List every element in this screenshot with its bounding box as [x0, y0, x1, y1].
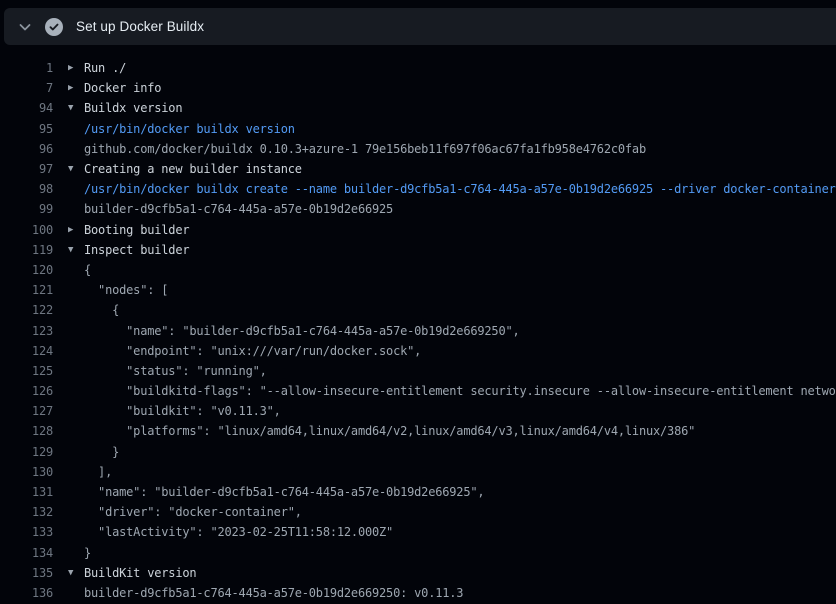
output-text: github.com/docker/buildx 0.10.3+azure-1 …: [84, 142, 646, 156]
step-title: Set up Docker Buildx: [76, 19, 204, 34]
line-number[interactable]: 132: [0, 505, 53, 519]
line-number[interactable]: 135: [0, 566, 53, 580]
log-line-row: 136 builder-d9cfb5a1-c764-445a-a57e-0b19d…: [0, 583, 836, 603]
line-number[interactable]: 96: [0, 142, 53, 156]
line-number[interactable]: 99: [0, 202, 53, 216]
log-line-row: 123 "name": "builder-d9cfb5a1-c764-445a-…: [0, 320, 836, 340]
command-text: /usr/bin/docker buildx create --name bui…: [84, 182, 836, 196]
output-text: {: [84, 303, 119, 317]
output-text: "driver": "docker-container",: [84, 505, 302, 519]
log-line-row: 99 builder-d9cfb5a1-c764-445a-a57e-0b19d2…: [0, 199, 836, 219]
group-collapsed-icon[interactable]: ▶: [68, 58, 84, 78]
log-line-row: 98/usr/bin/docker buildx create --name b…: [0, 179, 836, 199]
log-line-row: 129 }: [0, 442, 836, 462]
group-title[interactable]: BuildKit version: [84, 566, 196, 580]
log-line-row: 127 "buildkit": "v0.11.3",: [0, 401, 836, 421]
line-number[interactable]: 122: [0, 303, 53, 317]
step-header-set-up-docker-buildx[interactable]: Set up Docker Buildx: [4, 8, 836, 45]
log-group-row[interactable]: 1 ▶Run ./: [0, 58, 836, 78]
line-number[interactable]: 1: [0, 61, 53, 75]
group-expanded-icon[interactable]: ▼: [68, 563, 84, 583]
log-line-row: 131 "name": "builder-d9cfb5a1-c764-445a-…: [0, 482, 836, 502]
log-line-row: 134}: [0, 543, 836, 563]
group-expanded-icon[interactable]: ▼: [68, 240, 84, 260]
log-line-row: 95/usr/bin/docker buildx version: [0, 119, 836, 139]
chevron-down-icon[interactable]: [17, 19, 33, 35]
log-group-row[interactable]: 7 ▶Docker info: [0, 78, 836, 98]
log-line-row: 126 "buildkitd-flags": "--allow-insecure…: [0, 381, 836, 401]
group-title[interactable]: Buildx version: [84, 101, 182, 115]
output-text: }: [84, 546, 91, 560]
line-number[interactable]: 123: [0, 324, 53, 338]
line-number[interactable]: 95: [0, 122, 53, 136]
output-text: ],: [84, 465, 112, 479]
group-title[interactable]: Creating a new builder instance: [84, 162, 302, 176]
output-text: "name": "builder-d9cfb5a1-c764-445a-a57e…: [84, 485, 484, 499]
log-line-row: 124 "endpoint": "unix:///var/run/docker.…: [0, 341, 836, 361]
group-title[interactable]: Booting builder: [84, 223, 189, 237]
output-text: "buildkitd-flags": "--allow-insecure-ent…: [84, 384, 836, 398]
group-collapsed-icon[interactable]: ▶: [68, 78, 84, 98]
output-text: "lastActivity": "2023-02-25T11:58:12.000…: [84, 525, 393, 539]
check-circle-icon: [45, 18, 63, 36]
output-text: "platforms": "linux/amd64,linux/amd64/v2…: [84, 424, 695, 438]
output-text: builder-d9cfb5a1-c764-445a-a57e-0b19d2e6…: [84, 202, 393, 216]
log-line-row: 121 "nodes": [: [0, 280, 836, 300]
output-text: "status": "running",: [84, 364, 267, 378]
line-number[interactable]: 94: [0, 101, 53, 115]
line-number[interactable]: 134: [0, 546, 53, 560]
line-number[interactable]: 124: [0, 344, 53, 358]
line-number[interactable]: 119: [0, 243, 53, 257]
line-number[interactable]: 97: [0, 162, 53, 176]
log-line-row: 122 {: [0, 300, 836, 320]
line-number[interactable]: 98: [0, 182, 53, 196]
line-number[interactable]: 136: [0, 586, 53, 600]
line-number[interactable]: 120: [0, 263, 53, 277]
output-text: "nodes": [: [84, 283, 168, 297]
log-group-row[interactable]: 100 ▶Booting builder: [0, 220, 836, 240]
group-title[interactable]: Run ./: [84, 61, 126, 75]
group-title[interactable]: Inspect builder: [84, 243, 189, 257]
group-collapsed-icon[interactable]: ▶: [68, 220, 84, 240]
line-number[interactable]: 131: [0, 485, 53, 499]
line-number[interactable]: 127: [0, 404, 53, 418]
output-text: "endpoint": "unix:///var/run/docker.sock…: [84, 344, 421, 358]
log-line-row: 120 {: [0, 260, 836, 280]
output-text: }: [84, 445, 119, 459]
log-line-row: 128 "platforms": "linux/amd64,linux/amd6…: [0, 421, 836, 441]
log-group-row[interactable]: 94 ▼Buildx version: [0, 98, 836, 118]
line-number[interactable]: 7: [0, 81, 53, 95]
log-line-row: 96 github.com/docker/buildx 0.10.3+azure-…: [0, 139, 836, 159]
line-number[interactable]: 128: [0, 424, 53, 438]
line-number[interactable]: 121: [0, 283, 53, 297]
log-line-row: 132 "driver": "docker-container",: [0, 502, 836, 522]
command-text: /usr/bin/docker buildx version: [84, 122, 295, 136]
group-expanded-icon[interactable]: ▼: [68, 98, 84, 118]
log-group-row[interactable]: 97 ▼Creating a new builder instance: [0, 159, 836, 179]
group-title[interactable]: Docker info: [84, 81, 161, 95]
line-number[interactable]: 133: [0, 525, 53, 539]
line-number[interactable]: 129: [0, 445, 53, 459]
log-line-row: 133 "lastActivity": "2023-02-25T11:58:12…: [0, 522, 836, 542]
line-number[interactable]: 126: [0, 384, 53, 398]
log-line-row: 130 ],: [0, 462, 836, 482]
log-line-row: 125 "status": "running",: [0, 361, 836, 381]
group-expanded-icon[interactable]: ▼: [68, 159, 84, 179]
output-text: "name": "builder-d9cfb5a1-c764-445a-a57e…: [84, 324, 520, 338]
line-number[interactable]: 100: [0, 223, 53, 237]
output-text: "buildkit": "v0.11.3",: [84, 404, 281, 418]
log-viewer[interactable]: 1▶Run ./7▶Docker info94▼Buildx version95…: [0, 45, 836, 604]
log-group-row[interactable]: 135 ▼BuildKit version: [0, 563, 836, 583]
line-number[interactable]: 130: [0, 465, 53, 479]
output-text: {: [84, 263, 91, 277]
log-group-row[interactable]: 119 ▼Inspect builder: [0, 240, 836, 260]
output-text: builder-d9cfb5a1-c764-445a-a57e-0b19d2e6…: [84, 586, 463, 600]
line-number[interactable]: 125: [0, 364, 53, 378]
